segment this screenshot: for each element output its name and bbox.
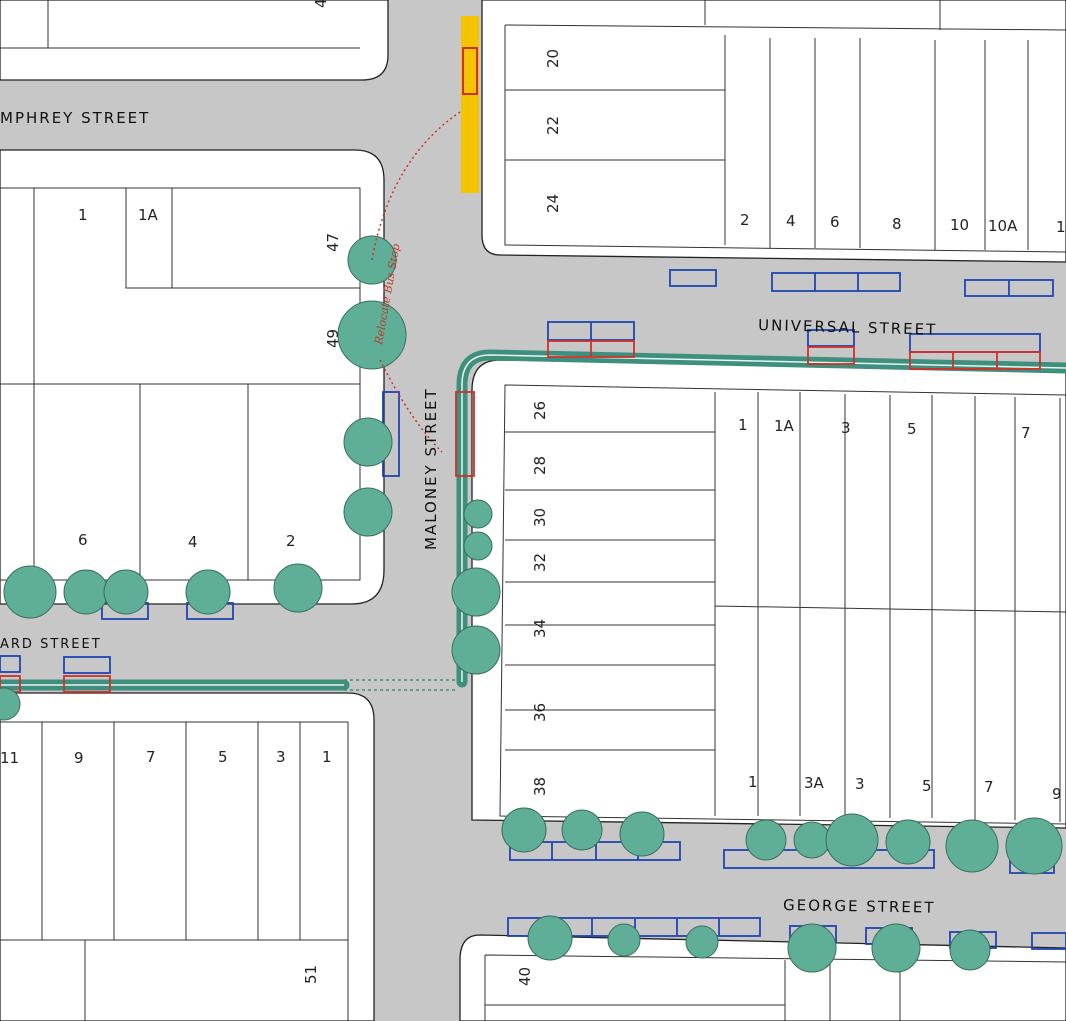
block-ne bbox=[481, 0, 1066, 263]
lot-number: 1 bbox=[78, 206, 88, 224]
street-label-ward: ARD STREET bbox=[0, 637, 102, 652]
lot-number: 10A bbox=[988, 217, 1018, 235]
lot-number: 3 bbox=[855, 775, 865, 793]
block-top-left bbox=[0, 0, 389, 81]
lot-number: 32 bbox=[531, 553, 549, 572]
lot-number: 26 bbox=[531, 401, 549, 420]
lot-number: 2 bbox=[286, 532, 296, 550]
lot-number: 5 bbox=[218, 748, 228, 766]
lot-number: 28 bbox=[531, 456, 549, 475]
lot-number: 9 bbox=[74, 749, 84, 767]
lot-number: 34 bbox=[531, 619, 549, 638]
block-e bbox=[471, 359, 1066, 829]
lot-number: 1 bbox=[1056, 218, 1066, 236]
lot-number: 4 bbox=[188, 533, 198, 551]
lot-number: 3 bbox=[276, 748, 286, 766]
lot-number: 8 bbox=[892, 215, 902, 233]
lot-number: 1 bbox=[322, 748, 332, 766]
lot-number: 1 bbox=[738, 416, 748, 434]
lot-number: 9 bbox=[1052, 785, 1062, 803]
street-label-george: GEORGE STREET bbox=[783, 896, 936, 917]
lot-number: 49 bbox=[324, 329, 342, 348]
lot-number: 3A bbox=[804, 774, 825, 792]
lot-number: 47 bbox=[324, 233, 342, 252]
street-label-maloney: MALONEY STREET bbox=[422, 387, 440, 550]
lot-number: 6 bbox=[830, 213, 840, 231]
lot-number: 22 bbox=[544, 116, 562, 135]
bus-stop-zone bbox=[461, 16, 479, 193]
lot-number: 7 bbox=[1021, 424, 1031, 442]
lot-number: 4 bbox=[312, 0, 330, 8]
lot-number: 4 bbox=[786, 212, 796, 230]
lot-number: 20 bbox=[544, 49, 562, 68]
lot-number: 7 bbox=[146, 748, 156, 766]
lot-number: 10 bbox=[950, 216, 969, 234]
lot-number: 2 bbox=[740, 211, 750, 229]
lot-number: 36 bbox=[531, 703, 549, 722]
lot-number: 40 bbox=[516, 967, 534, 986]
lot-number: 1A bbox=[774, 417, 795, 435]
lot-number: 5 bbox=[922, 777, 932, 795]
lot-number: 7 bbox=[984, 778, 994, 796]
lot-number: 30 bbox=[531, 508, 549, 527]
lot-number: 6 bbox=[78, 531, 88, 549]
lot-number: 1A bbox=[138, 206, 159, 224]
lot-number: 1 bbox=[748, 773, 758, 791]
lot-number: 11 bbox=[0, 749, 19, 767]
lot-number: 38 bbox=[531, 777, 549, 796]
lot-number: 51 bbox=[302, 965, 320, 984]
lot-number: 3 bbox=[841, 419, 851, 437]
lot-number: 24 bbox=[544, 194, 562, 213]
lot-number: 5 bbox=[907, 420, 917, 438]
street-label-humphrey: MPHREY STREET bbox=[0, 109, 150, 127]
street-map: MPHREY STREET UNIVERSAL STREET MALONEY S… bbox=[0, 0, 1066, 1021]
